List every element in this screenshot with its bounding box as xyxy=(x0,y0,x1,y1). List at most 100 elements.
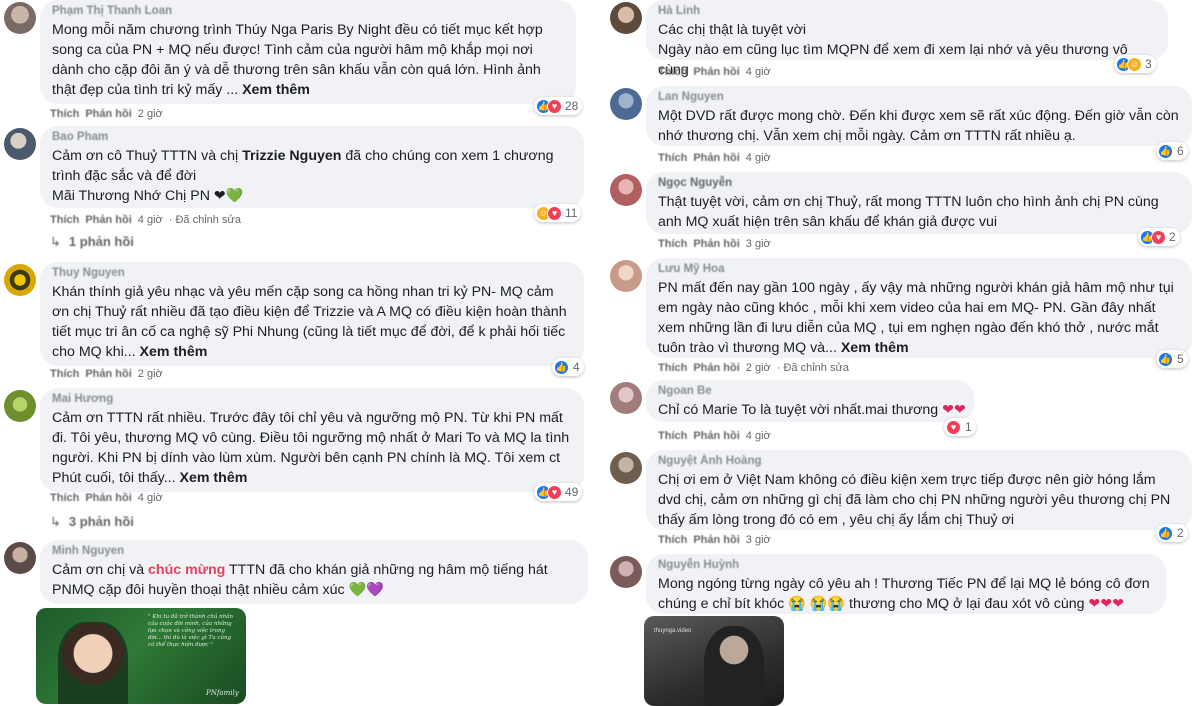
reaction-summary[interactable]: 👍 ♥ 2 xyxy=(1138,228,1180,246)
timestamp[interactable]: 3 giờ xyxy=(746,534,771,546)
comment-author[interactable]: Thuy Nguyen xyxy=(52,266,572,280)
avatar[interactable] xyxy=(610,260,642,292)
avatar[interactable] xyxy=(610,2,642,34)
comment-author[interactable]: Ngọc Nguyễn xyxy=(658,176,1180,190)
comment-author[interactable]: Nguyễn Huỳnh xyxy=(658,558,1154,572)
reaction-summary[interactable]: 👍 ♥ 28 xyxy=(534,97,583,115)
reaction-summary[interactable]: 👍 ♥ 49 xyxy=(534,483,583,501)
reply-button[interactable]: Phản hồi xyxy=(85,214,131,226)
like-button[interactable]: Thích xyxy=(658,152,687,164)
reply-button[interactable]: Phản hồi xyxy=(693,238,739,250)
reaction-summary[interactable]: 👍 4 xyxy=(552,358,584,376)
like-button[interactable]: Thích xyxy=(50,368,79,380)
attached-video-thumbnail[interactable]: thuynga.video xyxy=(644,616,784,706)
edited-label: · Đã chỉnh sửa xyxy=(776,362,849,374)
comment-author[interactable]: Mai Hương xyxy=(52,392,572,406)
reply-button[interactable]: Phản hồi xyxy=(693,66,739,78)
comment-author[interactable]: Lưu Mỹ Hoa xyxy=(658,262,1180,276)
like-button[interactable]: Thích xyxy=(658,66,687,78)
reaction-count: 3 xyxy=(1145,57,1152,71)
comment-text: Cảm ơn TTTN rất nhiều. Trước đây tôi chỉ… xyxy=(52,410,570,486)
reaction-summary[interactable]: 👍 ☺ 3 xyxy=(1114,55,1156,73)
avatar[interactable] xyxy=(610,88,642,120)
reaction-summary[interactable]: ♥ 1 xyxy=(944,418,976,436)
reply-button[interactable]: Phản hồi xyxy=(693,152,739,164)
avatar[interactable] xyxy=(610,452,642,484)
view-replies-link[interactable]: ↳ 3 phản hồi xyxy=(50,514,134,530)
see-more-link[interactable]: Xem thêm xyxy=(140,344,208,360)
avatar[interactable] xyxy=(4,390,36,422)
comment-actions: Thích Phản hồi 2 giờ · Đã chỉnh sửa xyxy=(658,362,855,374)
comment-actions: Thích Phản hồi 4 giờ xyxy=(658,152,777,164)
timestamp[interactable]: 4 giờ xyxy=(138,492,163,504)
reply-button[interactable]: Phản hồi xyxy=(693,534,739,546)
timestamp[interactable]: 4 giờ xyxy=(746,430,771,442)
attached-image[interactable]: " Khi tu đã trở thành chủ nhân của cuộc … xyxy=(36,608,246,704)
view-replies-link[interactable]: ↳ 1 phản hồi xyxy=(50,234,134,250)
avatar[interactable] xyxy=(4,542,36,574)
timestamp[interactable]: 4 giờ xyxy=(138,214,163,226)
avatar[interactable] xyxy=(4,128,36,160)
comment-bubble: Phạm Thị Thanh Loan Mong mỗi năm chương … xyxy=(40,0,576,104)
comment-bubble: Hà Linh Các chị thật là tuyệt vời Ngày n… xyxy=(646,0,1168,78)
reply-button[interactable]: Phản hồi xyxy=(85,368,131,380)
comment-bubble: Thuy Nguyen Khán thính giả yêu nhạc và y… xyxy=(40,262,584,366)
reply-button[interactable]: Phản hồi xyxy=(85,108,131,120)
avatar[interactable] xyxy=(4,264,36,296)
see-more-link[interactable]: Xem thêm xyxy=(841,340,909,356)
love-reaction-icon: ♥ xyxy=(547,484,562,500)
comment-bubble: Ngoan Be Chỉ có Marie To là tuyệt vời nh… xyxy=(646,380,974,422)
comment-author[interactable]: Lan Nguyen xyxy=(658,90,1180,104)
see-more-link[interactable]: Xem thêm xyxy=(180,470,248,486)
like-reaction-icon: 👍 xyxy=(554,359,569,375)
timestamp[interactable]: 2 giờ xyxy=(138,108,163,120)
comment-author[interactable]: Phạm Thị Thanh Loan xyxy=(52,4,564,18)
comment-author[interactable]: Nguyệt Ánh Hoàng xyxy=(658,454,1180,468)
comment-text: Mong mỗi năm chương trình Thúy Nga Paris… xyxy=(52,22,543,98)
reaction-summary[interactable]: 👍 2 xyxy=(1156,524,1188,542)
timestamp[interactable]: 2 giờ xyxy=(138,368,163,380)
image-signature: PNfamily xyxy=(206,689,239,697)
comment-author[interactable]: Ngoan Be xyxy=(658,384,962,398)
avatar[interactable] xyxy=(610,556,642,588)
reply-button[interactable]: Phản hồi xyxy=(693,362,739,374)
like-button[interactable]: Thích xyxy=(50,108,79,120)
reaction-summary[interactable]: 👍 6 xyxy=(1156,142,1188,160)
comment-text: Khán thính giả yêu nhạc và yêu mến cặp s… xyxy=(52,284,567,360)
timestamp[interactable]: 2 giờ xyxy=(746,362,771,374)
reaction-summary[interactable]: 👍 5 xyxy=(1156,350,1188,368)
comment-author[interactable]: Bao Pham xyxy=(52,130,572,144)
like-button[interactable]: Thích xyxy=(50,214,79,226)
love-reaction-icon: ♥ xyxy=(1151,229,1166,245)
comment-author[interactable]: Minh Nguyen xyxy=(52,544,576,558)
like-button[interactable]: Thích xyxy=(658,430,687,442)
avatar[interactable] xyxy=(4,2,36,34)
comment-text: Một DVD rất được mong chờ. Đến khi được … xyxy=(658,108,1179,144)
mention-link[interactable]: Trizzie Nguyen xyxy=(242,148,341,164)
timestamp[interactable]: 4 giờ xyxy=(746,66,771,78)
like-reaction-icon: 👍 xyxy=(1158,525,1173,541)
comment-actions: Thích Phản hồi 4 giờ xyxy=(50,492,169,504)
like-button[interactable]: Thích xyxy=(658,238,687,250)
timestamp[interactable]: 4 giờ xyxy=(746,152,771,164)
comment-text: PN mất đến nay gần 100 ngày , ấy vậy mà … xyxy=(658,280,1174,356)
reply-button[interactable]: Phản hồi xyxy=(85,492,131,504)
comment-actions: Thích Phản hồi 2 giờ xyxy=(50,368,169,380)
like-button[interactable]: Thích xyxy=(658,362,687,374)
avatar[interactable] xyxy=(610,174,642,206)
reply-button[interactable]: Phản hồi xyxy=(693,430,739,442)
image-quote-text: " Khi tu đã trở thành chủ nhân của cuộc … xyxy=(148,614,234,648)
like-button[interactable]: Thích xyxy=(50,492,79,504)
see-more-link[interactable]: Xem thêm xyxy=(242,82,310,98)
comment-bubble: Ngọc Nguyễn Thật tuyệt vời, cảm ơn chị T… xyxy=(646,172,1192,234)
like-button[interactable]: Thích xyxy=(658,534,687,546)
comment-bubble: Nguyễn Huỳnh Mong ngóng từng ngày cô yêu… xyxy=(646,554,1166,614)
comment-author[interactable]: Hà Linh xyxy=(658,4,1156,18)
reaction-count: 4 xyxy=(573,360,580,374)
highlight-text: chúc mừng xyxy=(148,562,226,578)
comment-bubble: Bao Pham Cảm ơn cô Thuỷ TTTN và chị Triz… xyxy=(40,126,584,208)
reaction-summary[interactable]: ☺ ♥ 11 xyxy=(534,204,582,222)
avatar[interactable] xyxy=(610,382,642,414)
edited-label: · Đã chỉnh sửa xyxy=(168,214,241,226)
timestamp[interactable]: 3 giờ xyxy=(746,238,771,250)
